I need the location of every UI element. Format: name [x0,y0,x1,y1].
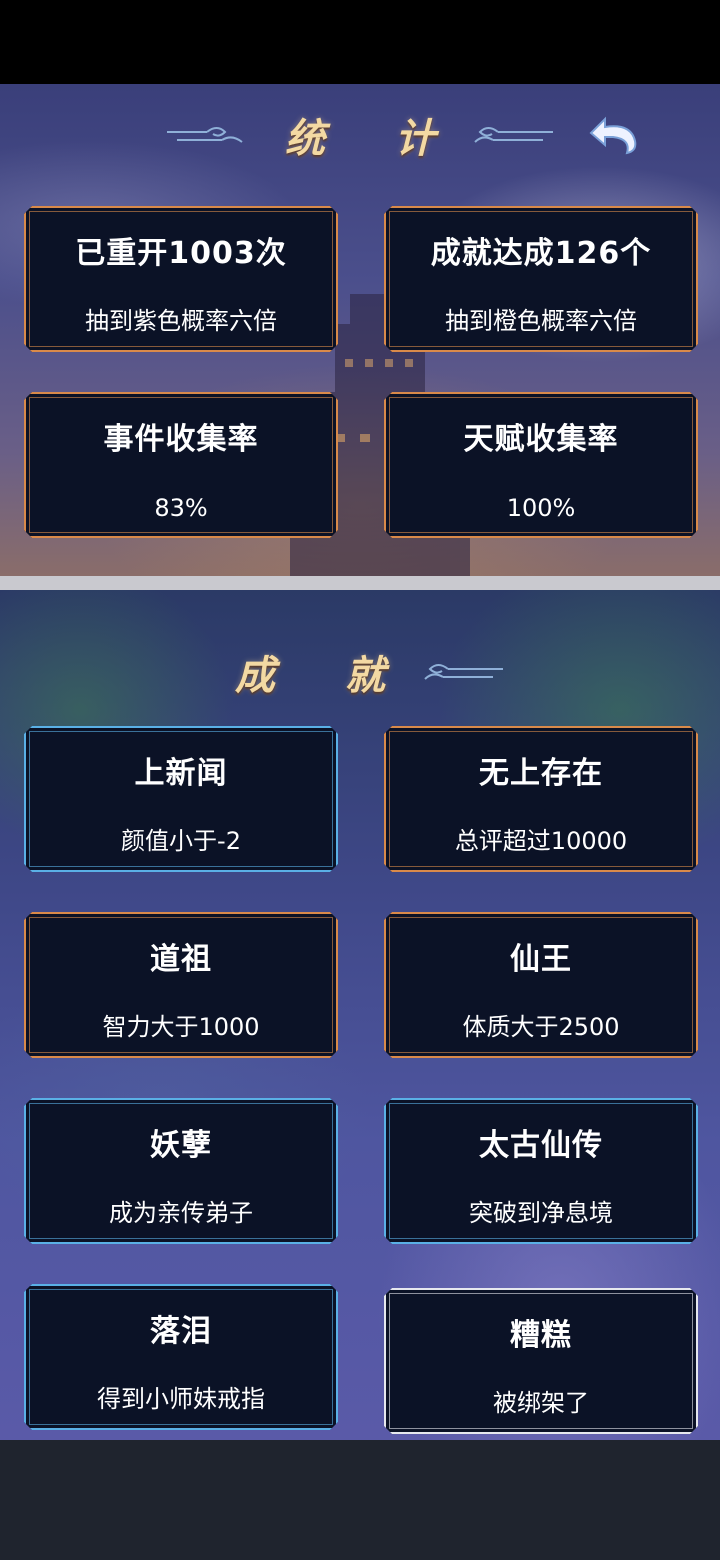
section-divider [0,576,720,590]
stat-card-title: 天赋收集率 [463,422,619,457]
achievement-condition: 总评超过10000 [454,827,628,855]
cloud-ornament-icon [474,127,553,143]
achievement-card[interactable]: 上新闻 颜值小于-2 [24,726,338,872]
achievement-card[interactable]: 妖孽 成为亲传弟子 [24,1098,338,1244]
stat-card-subtitle: 100% [506,494,576,522]
achievement-title: 落泪 [150,1314,212,1349]
achievement-condition: 得到小师妹戒指 [97,1385,265,1413]
statistics-title: 统 计 [285,115,463,162]
achievements-title: 成 就 [235,652,413,699]
achievement-condition: 成为亲传弟子 [109,1199,253,1227]
achievement-title: 太古仙传 [479,1128,603,1163]
achievement-title: 仙王 [510,942,572,977]
achievement-condition: 智力大于1000 [102,1013,260,1041]
achievement-card[interactable]: 落泪 得到小师妹戒指 [24,1284,338,1430]
stat-card-event-collection: 事件收集率 83% [24,392,338,538]
stat-card-talent-collection: 天赋收集率 100% [384,392,698,538]
achievement-card[interactable]: 仙王 体质大于2500 [384,912,698,1058]
achievement-condition: 突破到净息境 [469,1199,613,1227]
achievement-condition: 颜值小于-2 [121,827,241,855]
achievement-title: 道祖 [150,942,212,977]
achievement-card[interactable]: 道祖 智力大于1000 [24,912,338,1058]
achievement-card[interactable]: 太古仙传 突破到净息境 [384,1098,698,1244]
back-button[interactable] [580,110,644,160]
achievements-header: 成 就 [0,632,720,712]
back-arrow-icon [589,116,637,155]
achievement-title: 糟糕 [510,1318,572,1353]
stat-card-title: 事件收集率 [103,422,259,457]
stat-card-title: 成就达成126个 [430,236,652,271]
stat-card-subtitle: 抽到橙色概率六倍 [445,307,637,335]
bottom-area [0,1440,720,1560]
status-bar [0,0,720,84]
achievement-card[interactable]: 无上存在 总评超过10000 [384,726,698,872]
stat-card-restarts: 已重开1003次 抽到紫色概率六倍 [24,206,338,352]
achievement-title: 妖孽 [150,1128,212,1163]
stat-card-subtitle: 抽到紫色概率六倍 [85,307,277,335]
achievement-title: 上新闻 [134,756,228,791]
stat-card-subtitle: 83% [154,494,208,522]
achievement-card[interactable]: 糟糕 被绑架了 [384,1288,698,1434]
cloud-ornament-icon [424,664,503,680]
stat-card-title: 已重开1003次 [75,236,287,271]
stat-card-achievements: 成就达成126个 抽到橙色概率六倍 [384,206,698,352]
cloud-ornament-icon [167,127,243,143]
achievement-title: 无上存在 [479,756,603,791]
achievement-condition: 被绑架了 [493,1389,589,1417]
achievement-condition: 体质大于2500 [462,1013,620,1041]
